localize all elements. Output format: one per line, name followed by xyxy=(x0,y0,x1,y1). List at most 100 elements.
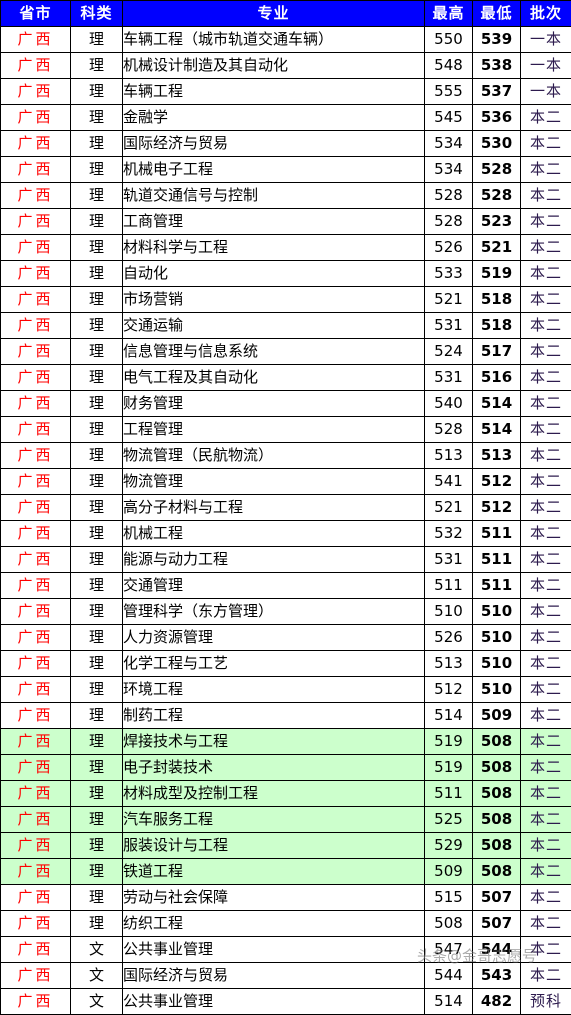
table-row: 广西理汽车服务工程525508本二 xyxy=(1,807,571,833)
cell-highest-score: 521 xyxy=(425,287,473,313)
table-row: 广西理国际经济与贸易534530本二 xyxy=(1,131,571,157)
cell-lowest-score: 512 xyxy=(473,495,521,521)
cell-major: 车辆工程（城市轨道交通车辆） xyxy=(123,27,425,53)
cell-batch: 本二 xyxy=(521,781,571,807)
table-row: 广西理自动化533519本二 xyxy=(1,261,571,287)
cell-highest-score: 533 xyxy=(425,261,473,287)
cell-batch: 预科 xyxy=(521,989,571,1015)
cell-province: 广西 xyxy=(1,391,71,417)
cell-category: 理 xyxy=(71,235,123,261)
cell-major: 国际经济与贸易 xyxy=(123,131,425,157)
cell-lowest-score: 510 xyxy=(473,651,521,677)
cell-province: 广西 xyxy=(1,53,71,79)
table-row: 广西理机械工程532511本二 xyxy=(1,521,571,547)
cell-category: 理 xyxy=(71,131,123,157)
cell-lowest-score: 536 xyxy=(473,105,521,131)
table-header: 省市 科类 专业 最高 最低 批次 xyxy=(1,1,571,27)
cell-batch: 本二 xyxy=(521,807,571,833)
admission-score-table: 省市 科类 专业 最高 最低 批次 广西理车辆工程（城市轨道交通车辆）55053… xyxy=(0,0,571,1015)
cell-province: 广西 xyxy=(1,235,71,261)
table-row: 广西理金融学545536本二 xyxy=(1,105,571,131)
cell-province: 广西 xyxy=(1,443,71,469)
table-row: 广西理机械电子工程534528本二 xyxy=(1,157,571,183)
cell-major: 交通管理 xyxy=(123,573,425,599)
table-row: 广西理能源与动力工程531511本二 xyxy=(1,547,571,573)
cell-batch: 本二 xyxy=(521,651,571,677)
cell-highest-score: 540 xyxy=(425,391,473,417)
cell-province: 广西 xyxy=(1,495,71,521)
cell-category: 理 xyxy=(71,911,123,937)
cell-highest-score: 509 xyxy=(425,859,473,885)
cell-highest-score: 524 xyxy=(425,339,473,365)
cell-province: 广西 xyxy=(1,885,71,911)
cell-highest-score: 547 xyxy=(425,937,473,963)
cell-category: 理 xyxy=(71,859,123,885)
cell-category: 理 xyxy=(71,833,123,859)
cell-category: 理 xyxy=(71,521,123,547)
cell-lowest-score: 513 xyxy=(473,443,521,469)
cell-highest-score: 510 xyxy=(425,599,473,625)
cell-highest-score: 513 xyxy=(425,443,473,469)
cell-major: 工商管理 xyxy=(123,209,425,235)
cell-major: 金融学 xyxy=(123,105,425,131)
table-row: 广西理化学工程与工艺513510本二 xyxy=(1,651,571,677)
table-row: 广西文国际经济与贸易544543本二 xyxy=(1,963,571,989)
cell-lowest-score: 516 xyxy=(473,365,521,391)
cell-batch: 本二 xyxy=(521,729,571,755)
cell-lowest-score: 537 xyxy=(473,79,521,105)
cell-major: 自动化 xyxy=(123,261,425,287)
cell-highest-score: 528 xyxy=(425,209,473,235)
cell-province: 广西 xyxy=(1,365,71,391)
cell-province: 广西 xyxy=(1,781,71,807)
cell-category: 理 xyxy=(71,599,123,625)
cell-batch: 本二 xyxy=(521,755,571,781)
cell-highest-score: 514 xyxy=(425,703,473,729)
cell-highest-score: 525 xyxy=(425,807,473,833)
cell-province: 广西 xyxy=(1,651,71,677)
cell-major: 高分子材料与工程 xyxy=(123,495,425,521)
cell-major: 劳动与社会保障 xyxy=(123,885,425,911)
cell-province: 广西 xyxy=(1,911,71,937)
cell-major: 纺织工程 xyxy=(123,911,425,937)
cell-lowest-score: 518 xyxy=(473,313,521,339)
column-header-highest-score: 最高 xyxy=(425,1,473,27)
cell-province: 广西 xyxy=(1,417,71,443)
cell-major: 材料成型及控制工程 xyxy=(123,781,425,807)
cell-province: 广西 xyxy=(1,729,71,755)
cell-province: 广西 xyxy=(1,313,71,339)
cell-category: 理 xyxy=(71,261,123,287)
cell-lowest-score: 514 xyxy=(473,391,521,417)
table-row: 广西理车辆工程（城市轨道交通车辆）550539一本 xyxy=(1,27,571,53)
cell-major: 焊接技术与工程 xyxy=(123,729,425,755)
cell-lowest-score: 543 xyxy=(473,963,521,989)
cell-major: 人力资源管理 xyxy=(123,625,425,651)
table-row: 广西理环境工程512510本二 xyxy=(1,677,571,703)
cell-province: 广西 xyxy=(1,937,71,963)
table-row: 广西理车辆工程555537一本 xyxy=(1,79,571,105)
column-header-major: 专业 xyxy=(123,1,425,27)
cell-batch: 本二 xyxy=(521,885,571,911)
cell-lowest-score: 510 xyxy=(473,625,521,651)
cell-lowest-score: 519 xyxy=(473,261,521,287)
cell-batch: 本二 xyxy=(521,937,571,963)
cell-lowest-score: 507 xyxy=(473,885,521,911)
cell-lowest-score: 482 xyxy=(473,989,521,1015)
cell-category: 理 xyxy=(71,79,123,105)
cell-category: 理 xyxy=(71,755,123,781)
cell-highest-score: 531 xyxy=(425,313,473,339)
cell-province: 广西 xyxy=(1,755,71,781)
cell-major: 市场营销 xyxy=(123,287,425,313)
cell-major: 工程管理 xyxy=(123,417,425,443)
cell-batch: 本二 xyxy=(521,209,571,235)
cell-lowest-score: 508 xyxy=(473,755,521,781)
cell-lowest-score: 518 xyxy=(473,287,521,313)
cell-highest-score: 532 xyxy=(425,521,473,547)
table-row: 广西理工商管理528523本二 xyxy=(1,209,571,235)
cell-category: 理 xyxy=(71,677,123,703)
column-header-batch: 批次 xyxy=(521,1,571,27)
cell-highest-score: 526 xyxy=(425,235,473,261)
cell-category: 理 xyxy=(71,417,123,443)
cell-major: 车辆工程 xyxy=(123,79,425,105)
table-row: 广西理高分子材料与工程521512本二 xyxy=(1,495,571,521)
cell-province: 广西 xyxy=(1,157,71,183)
